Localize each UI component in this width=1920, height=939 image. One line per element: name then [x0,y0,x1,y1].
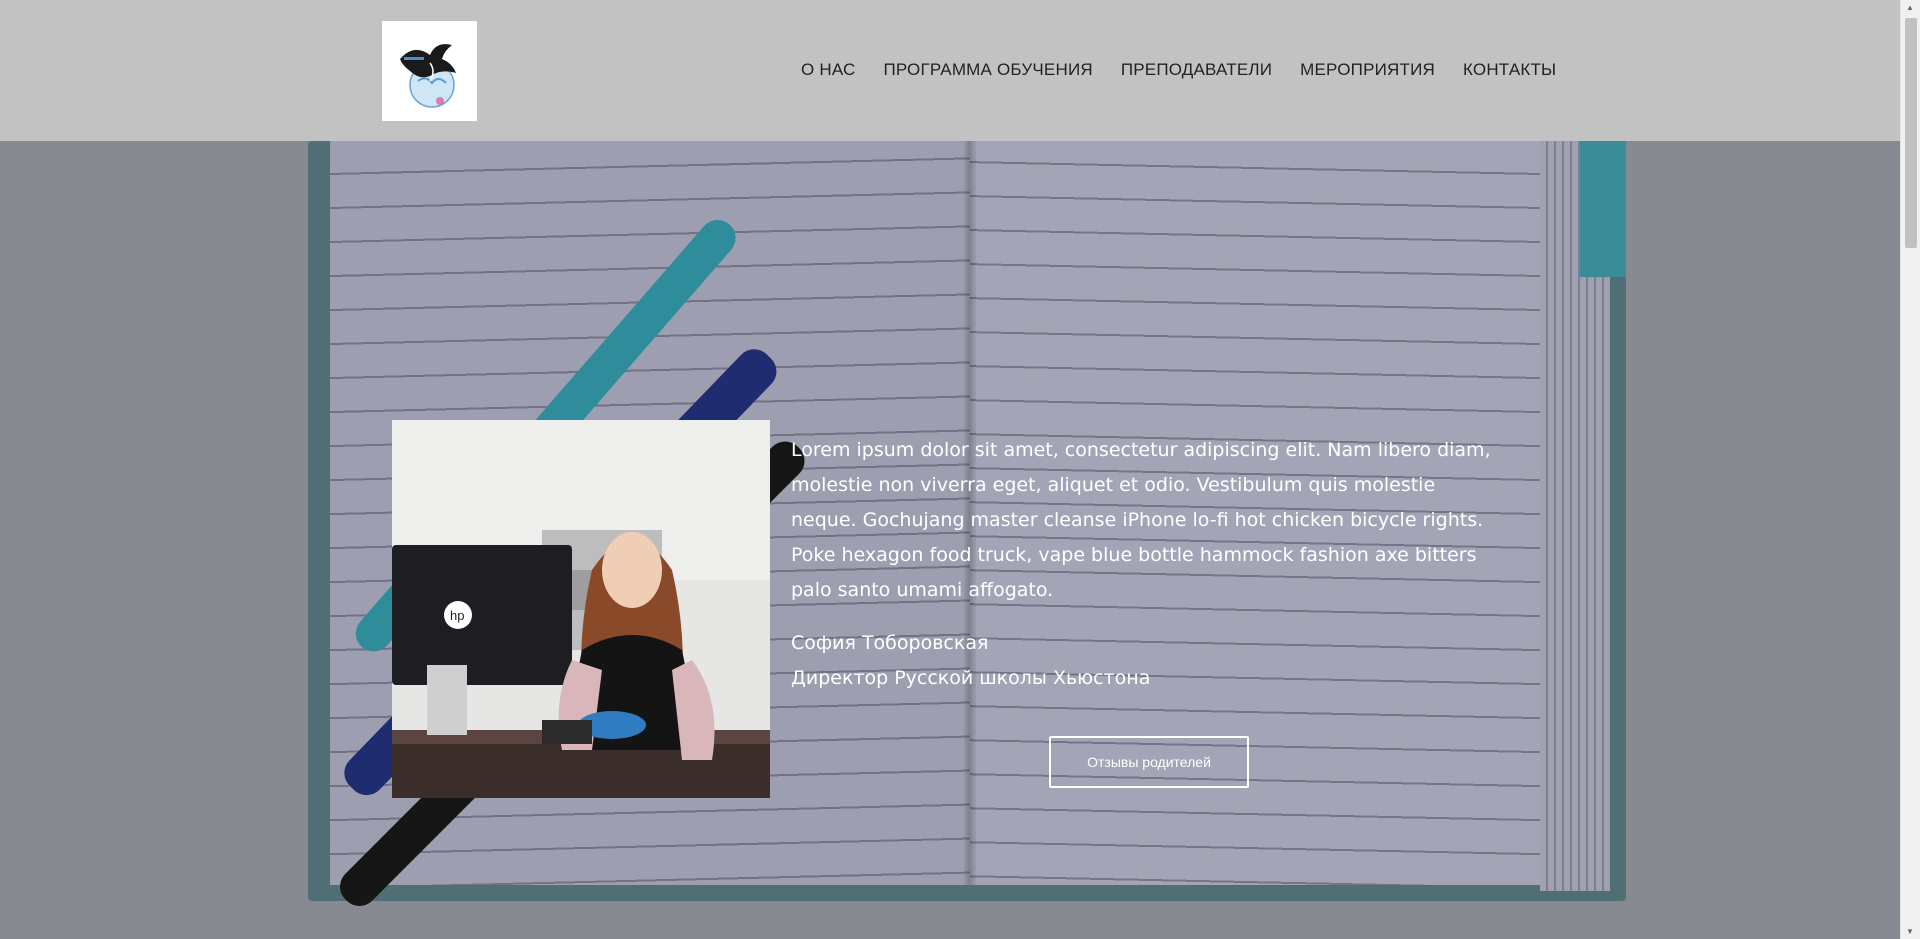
nav-program[interactable]: ПРОГРАММА ОБУЧЕНИЯ [883,60,1092,80]
scroll-down-arrow-icon[interactable]: ▼ [1906,927,1914,936]
author-block: София Тоборовская Директор Русской школы… [791,626,1150,696]
svg-text:hp: hp [450,608,464,623]
page-scrollbar[interactable]: ▲ ▼ [1900,0,1920,939]
logo[interactable] [382,21,477,121]
nav-about[interactable]: О НАС [801,60,855,80]
scroll-up-arrow-icon[interactable]: ▲ [1906,3,1914,12]
nav-events[interactable]: МЕРОПРИЯТИЯ [1300,60,1435,80]
main-nav: О НАС ПРОГРАММА ОБУЧЕНИЯ ПРЕПОДАВАТЕЛИ М… [801,60,1556,80]
nav-contacts[interactable]: КОНТАКТЫ [1463,60,1556,80]
director-portrait-image: hp [392,420,770,798]
director-photo: hp [392,420,770,798]
nav-teachers[interactable]: ПРЕПОДАВАТЕЛИ [1121,60,1272,80]
director-quote: Lorem ipsum dolor sit amet, consectetur … [791,439,1491,601]
author-name: София Тоборовская [791,632,989,654]
author-title: Директор Русской школы Хьюстона [791,667,1151,689]
dove-globe-logo-icon [399,44,456,108]
parent-reviews-button[interactable]: Отзывы родителей [1049,736,1249,788]
site-header: О НАС ПРОГРАММА ОБУЧЕНИЯ ПРЕПОДАВАТЕЛИ М… [0,0,1900,141]
bookmark-tab [1580,141,1626,277]
scroll-thumb[interactable] [1905,18,1917,248]
